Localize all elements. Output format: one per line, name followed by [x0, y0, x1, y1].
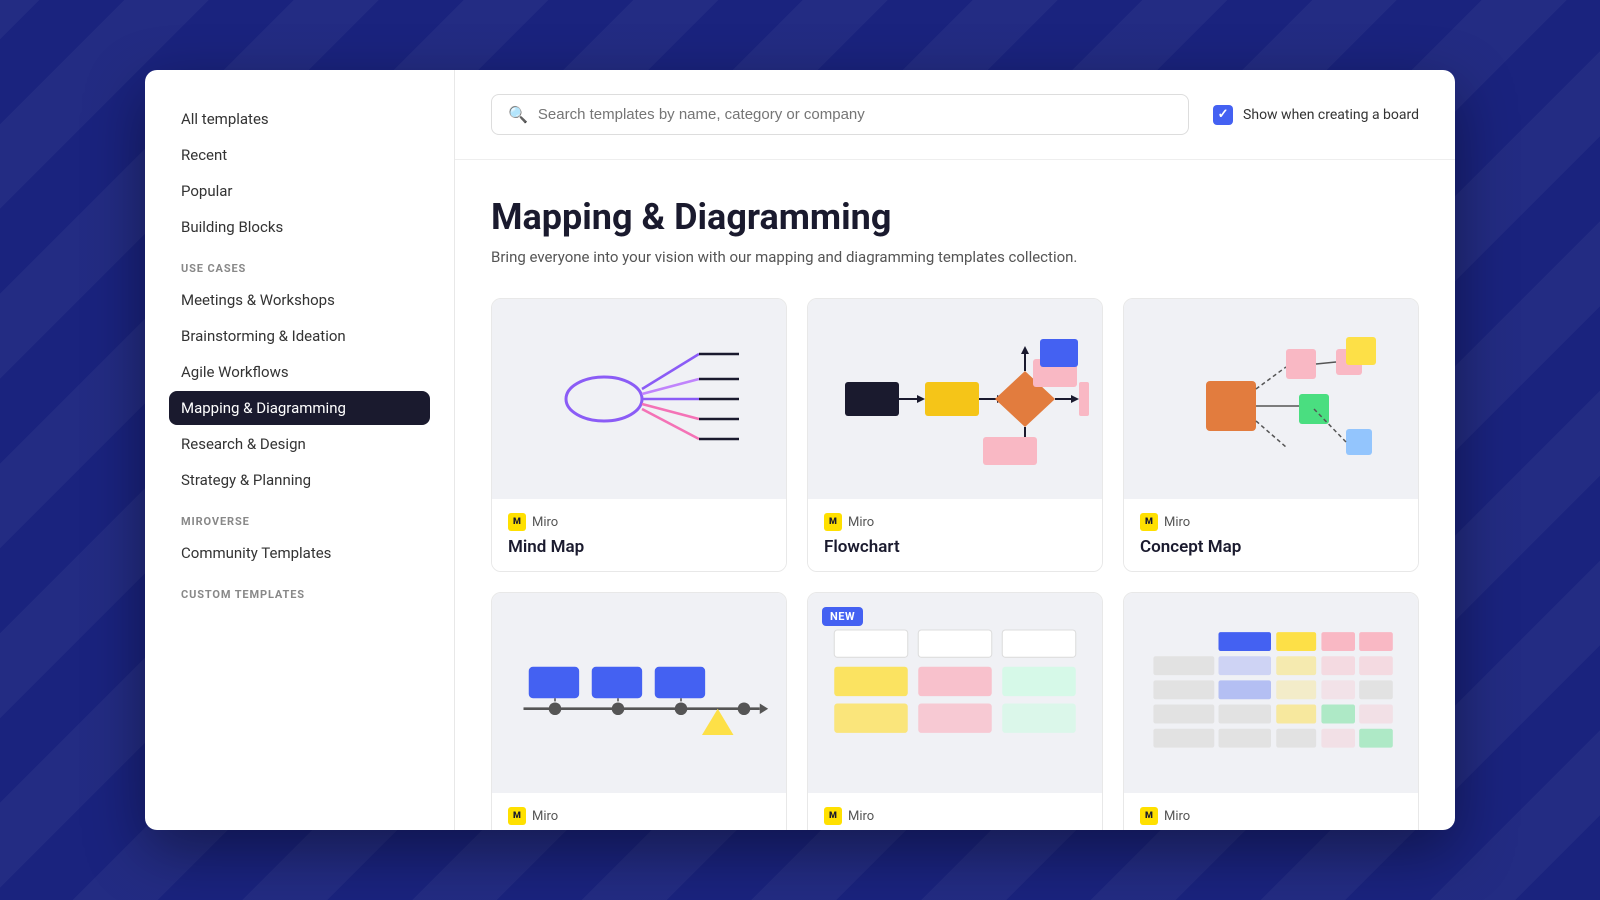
sidebar-item-building-blocks[interactable]: Building Blocks — [169, 210, 430, 244]
custom-templates-label: CUSTOM TEMPLATES — [169, 572, 430, 609]
miro-logo-timeline: M — [508, 807, 526, 825]
miro-logo-matrix: M — [1140, 807, 1158, 825]
concept-map-author-row: M Miro — [1140, 513, 1402, 531]
sidebar-item-research-design[interactable]: Research & Design — [169, 427, 430, 461]
sidebar: All templates Recent Popular Building Bl… — [145, 70, 455, 830]
matrix-info: M Miro Matrix — [1124, 793, 1418, 830]
miro-logo-mind-map: M — [508, 513, 526, 531]
sidebar-item-mapping-diagramming[interactable]: Mapping & Diagramming — [169, 391, 430, 425]
matrix-author-row: M Miro — [1140, 807, 1402, 825]
template-card-timeline[interactable]: M Miro Timeline — [491, 592, 787, 830]
mind-map-author: Miro — [532, 515, 558, 530]
mind-map-thumbnail — [492, 299, 786, 499]
concept-map-name: Concept Map — [1140, 537, 1402, 557]
miroverse-label: MIROVERSE — [169, 499, 430, 536]
timeline-info: M Miro Timeline — [492, 793, 786, 830]
content-area: Mapping & Diagramming Bring everyone int… — [455, 160, 1455, 830]
new-badge: NEW — [822, 607, 863, 626]
kanban-author-row: M Miro — [824, 807, 1086, 825]
template-card-concept-map[interactable]: M Miro Concept Map — [1123, 298, 1419, 572]
kanban-info: M Miro Kanban — [808, 793, 1102, 830]
concept-map-author: Miro — [1164, 515, 1190, 530]
main-panel: 🔍 Show when creating a board Mapping & D… — [455, 70, 1455, 830]
flowchart-name: Flowchart — [824, 537, 1086, 557]
miro-logo-flowchart: M — [824, 513, 842, 531]
kanban-thumbnail: NEW — [808, 593, 1102, 793]
modal-container: All templates Recent Popular Building Bl… — [145, 70, 1455, 830]
templates-grid: M Miro Mind Map — [491, 298, 1419, 830]
search-input[interactable] — [538, 106, 1172, 123]
search-bar-row: 🔍 Show when creating a board — [455, 70, 1455, 160]
concept-map-info: M Miro Concept Map — [1124, 499, 1418, 571]
matrix-author: Miro — [1164, 809, 1190, 824]
matrix-thumbnail — [1124, 593, 1418, 793]
flowchart-author: Miro — [848, 515, 874, 530]
category-title: Mapping & Diagramming — [491, 196, 1419, 238]
mind-map-author-row: M Miro — [508, 513, 770, 531]
use-cases-label: USE CASES — [169, 246, 430, 283]
sidebar-item-popular[interactable]: Popular — [169, 174, 430, 208]
sidebar-item-all-templates[interactable]: All templates — [169, 102, 430, 136]
flowchart-thumbnail — [808, 299, 1102, 499]
show-when-creating-checkbox[interactable] — [1213, 105, 1233, 125]
template-card-matrix[interactable]: M Miro Matrix — [1123, 592, 1419, 830]
search-icon: 🔍 — [508, 105, 528, 124]
template-card-mind-map[interactable]: M Miro Mind Map — [491, 298, 787, 572]
miro-logo-concept-map: M — [1140, 513, 1158, 531]
sidebar-item-recent[interactable]: Recent — [169, 138, 430, 172]
timeline-thumbnail — [492, 593, 786, 793]
top-nav: All templates Recent Popular Building Bl… — [169, 102, 430, 244]
sidebar-item-strategy-planning[interactable]: Strategy & Planning — [169, 463, 430, 497]
sidebar-item-community-templates[interactable]: Community Templates — [169, 536, 430, 570]
miroverse-nav: Community Templates — [169, 536, 430, 570]
kanban-author: Miro — [848, 809, 874, 824]
template-card-flowchart[interactable]: M Miro Flowchart — [807, 298, 1103, 572]
mind-map-info: M Miro Mind Map — [492, 499, 786, 571]
sidebar-item-agile-workflows[interactable]: Agile Workflows — [169, 355, 430, 389]
template-card-kanban[interactable]: NEW — [807, 592, 1103, 830]
show-when-creating-row[interactable]: Show when creating a board — [1213, 105, 1419, 125]
sidebar-item-meetings-workshops[interactable]: Meetings & Workshops — [169, 283, 430, 317]
search-container[interactable]: 🔍 — [491, 94, 1189, 135]
category-description: Bring everyone into your vision with our… — [491, 248, 1419, 266]
timeline-author-row: M Miro — [508, 807, 770, 825]
flowchart-info: M Miro Flowchart — [808, 499, 1102, 571]
flowchart-author-row: M Miro — [824, 513, 1086, 531]
sidebar-item-brainstorming-ideation[interactable]: Brainstorming & Ideation — [169, 319, 430, 353]
mind-map-name: Mind Map — [508, 537, 770, 557]
use-cases-nav: Meetings & Workshops Brainstorming & Ide… — [169, 283, 430, 497]
timeline-author: Miro — [532, 809, 558, 824]
miro-logo-kanban: M — [824, 807, 842, 825]
show-when-creating-label: Show when creating a board — [1243, 107, 1419, 123]
concept-map-thumbnail — [1124, 299, 1418, 499]
